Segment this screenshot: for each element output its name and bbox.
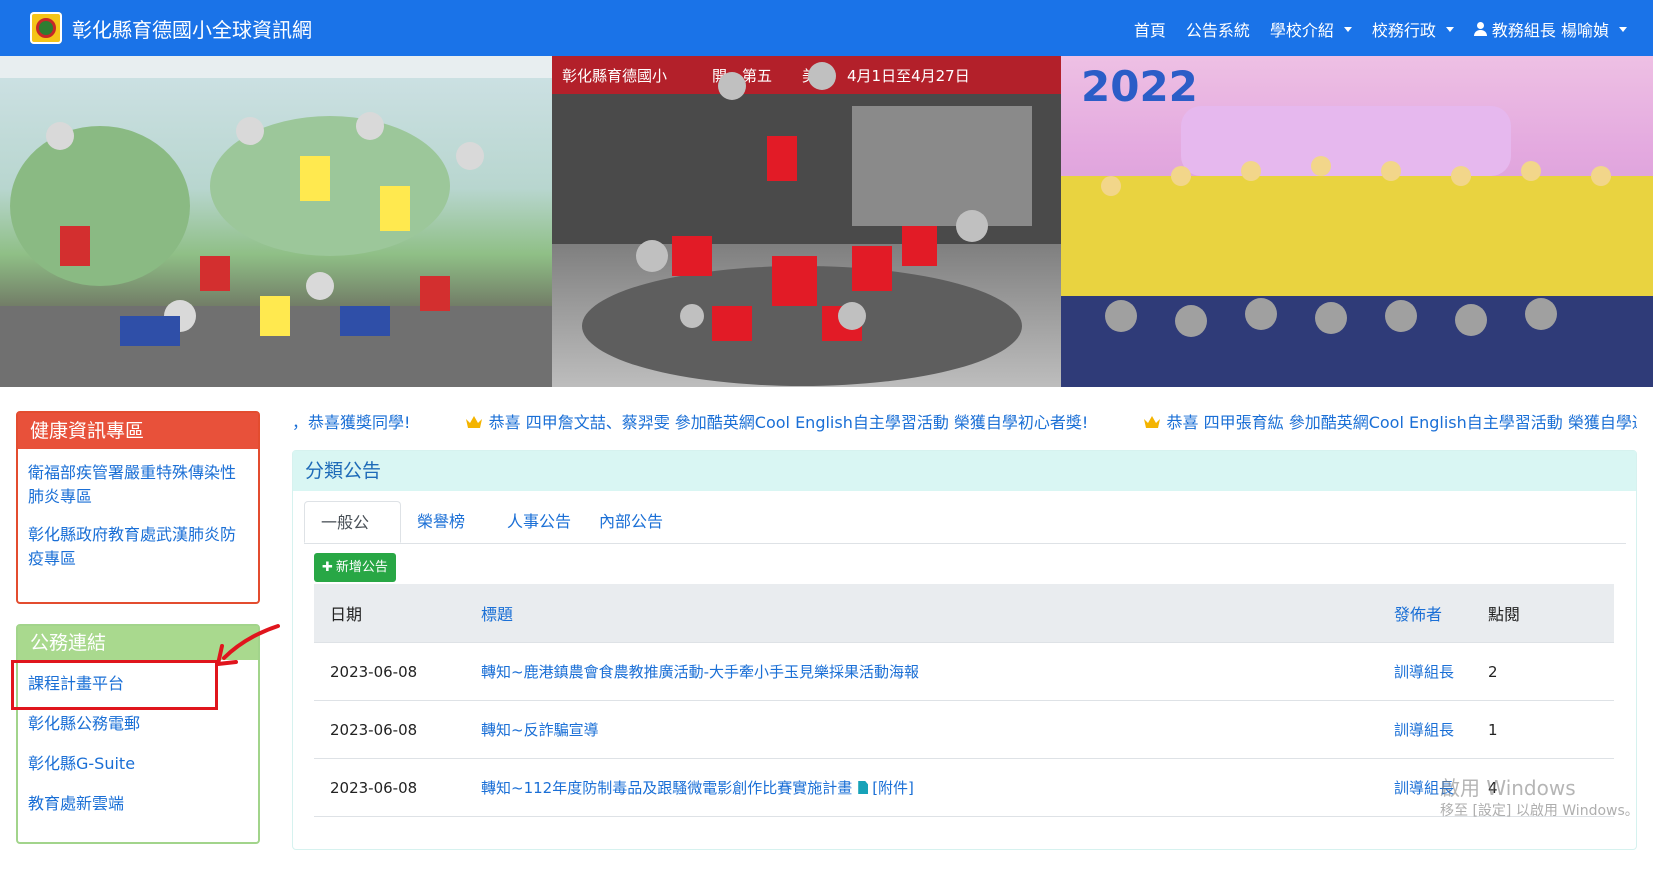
awards-marquee[interactable]: ，恭喜獲獎同學! 恭喜 四甲詹文喆、蔡羿雯 參加酷英網Cool English自… bbox=[292, 410, 1637, 436]
nav-school-intro[interactable]: 學校介紹 bbox=[1270, 17, 1352, 41]
row-title-link[interactable]: 轉知~鹿港鎮農會食農教推廣活動-大手牽小手玉見樂採果活動海報 bbox=[481, 643, 919, 700]
crown-icon bbox=[1143, 415, 1161, 429]
user-icon bbox=[1473, 22, 1487, 36]
row-publisher-link[interactable]: 訓導組長 bbox=[1394, 701, 1454, 758]
windows-activation-subtext: 移至 [設定] 以啟用 Windows。 bbox=[1440, 803, 1639, 819]
health-link-cdc[interactable]: 衛福部疾管署嚴重特殊傳染性肺炎專區 bbox=[28, 461, 246, 509]
file-icon bbox=[858, 781, 869, 794]
link-edu-cloud[interactable]: 教育處新雲端 bbox=[28, 792, 246, 816]
chevron-down-icon bbox=[1619, 26, 1627, 32]
add-announcement-button[interactable]: ✚ 新增公告 bbox=[314, 553, 396, 582]
nav-announcements-label: 公告系統 bbox=[1185, 21, 1250, 40]
col-hits[interactable]: 點閱 bbox=[1488, 584, 1520, 642]
band-stage-illustration: 2022 bbox=[1061, 62, 1653, 387]
col-date[interactable]: 日期 bbox=[330, 584, 362, 642]
row-date: 2023-06-08 bbox=[330, 662, 418, 681]
health-info-card: 健康資訊專區 衛福部疾管署嚴重特殊傳染性肺炎專區 彰化縣政府教育處武漢肺炎防疫專… bbox=[16, 411, 260, 604]
nav-home[interactable]: 首頁 bbox=[1134, 17, 1166, 41]
row-hits: 2 bbox=[1488, 662, 1498, 681]
row-title-link[interactable]: 轉知~反詐騙宣導 bbox=[481, 701, 599, 758]
link-county-gsuite[interactable]: 彰化縣G-Suite bbox=[28, 752, 246, 776]
link-county-email[interactable]: 彰化縣公務電郵 bbox=[28, 712, 246, 736]
row-publisher-link[interactable]: 訓導組長 bbox=[1394, 643, 1454, 700]
top-navbar: 彰化縣育德國小全球資訊網 首頁 公告系統 學校介紹 校務行政 教務組長 楊喻媜 bbox=[0, 0, 1653, 56]
tab-general[interactable]: 一般公告 bbox=[304, 501, 401, 574]
row-date: 2023-06-08 bbox=[330, 720, 418, 739]
nav-admin-label: 校務行政 bbox=[1371, 21, 1436, 40]
health-link-county[interactable]: 彰化縣政府教育處武漢肺炎防疫專區 bbox=[28, 523, 246, 571]
tab-personnel[interactable]: 人事公告 bbox=[491, 501, 587, 543]
nav-school-intro-label: 學校介紹 bbox=[1269, 21, 1334, 40]
table-row: 2023-06-08 轉知~反詐騙宣導 訓導組長 1 bbox=[314, 700, 1614, 758]
carousel-slide-band-stage: 2022 bbox=[1061, 56, 1653, 387]
windows-activation-watermark: 啟用 Windows bbox=[1440, 776, 1576, 800]
announcements-table: 日期 標題 發佈者 點閱 2023-06-08 轉知~鹿港鎮農會食農教推廣活動-… bbox=[314, 584, 1614, 874]
nav-announcements[interactable]: 公告系統 bbox=[1186, 17, 1250, 41]
nav-home-label: 首頁 bbox=[1133, 21, 1166, 40]
col-publisher[interactable]: 發佈者 bbox=[1394, 584, 1442, 642]
tab-internal[interactable]: 內部公告 bbox=[583, 501, 679, 543]
nav-admin[interactable]: 校務行政 bbox=[1372, 17, 1454, 41]
row-title-cell: 轉知~112年度防制毒品及跟騷微電影創作比賽實施計畫 [附件] bbox=[481, 759, 914, 816]
year-text: 2022 bbox=[1081, 62, 1198, 111]
row-title-link[interactable]: 轉知~112年度防制毒品及跟騷微電影創作比賽實施計畫 bbox=[481, 777, 852, 798]
plus-icon: ✚ bbox=[322, 560, 333, 575]
attachment-link[interactable]: [附件] bbox=[872, 777, 914, 798]
carousel-slide-cheerleading-stage bbox=[0, 56, 552, 387]
cheer-photo-illustration bbox=[0, 56, 552, 387]
brand[interactable]: 彰化縣育德國小全球資訊網 bbox=[30, 12, 312, 44]
health-info-header: 健康資訊專區 bbox=[18, 413, 258, 449]
chevron-down-icon bbox=[1445, 26, 1454, 32]
tab-honor-roll[interactable]: 榮譽榜 bbox=[401, 501, 481, 543]
table-row-partial bbox=[314, 816, 1614, 874]
col-title[interactable]: 標題 bbox=[481, 584, 513, 642]
annotation-arrow-icon bbox=[216, 624, 280, 666]
row-date: 2023-06-08 bbox=[330, 778, 418, 797]
announcement-tabs: 一般公告 榮譽榜 人事公告 內部公告 bbox=[304, 501, 1626, 574]
annotation-highlight-box bbox=[11, 660, 218, 710]
cheer-team-illustration: 彰化縣育德國小 開 第五 美展 4月1日至4月27日 bbox=[552, 56, 1061, 386]
main-nav: 首頁 公告系統 學校介紹 校務行政 教務組長 楊喻媜 bbox=[1134, 17, 1627, 41]
marquee-item[interactable]: 恭喜 四甲詹文喆、蔡羿雯 參加酷英網Cool English自主學習活動 榮獲自… bbox=[489, 413, 1089, 432]
carousel-slide-cheer-team-hall: 彰化縣育德國小 開 第五 美展 4月1日至4月27日 bbox=[552, 56, 1061, 387]
table-header: 日期 標題 發佈者 點閱 bbox=[314, 584, 1614, 642]
site-title[interactable]: 彰化縣育德國小全球資訊網 bbox=[72, 14, 312, 43]
user-name: 教務組長 楊喻媜 bbox=[1491, 21, 1609, 40]
add-announcement-label: 新增公告 bbox=[335, 560, 388, 575]
announcements-panel: 分類公告 一般公告 榮譽榜 人事公告 內部公告 ✚新增公告 日期 標題 發佈者 … bbox=[292, 450, 1637, 850]
table-row: 2023-06-08 轉知~112年度防制毒品及跟騷微電影創作比賽實施計畫 [附… bbox=[314, 758, 1614, 816]
announcements-header: 分類公告 bbox=[293, 451, 1636, 491]
table-row: 2023-06-08 轉知~鹿港鎮農會食農教推廣活動-大手牽小手玉見樂採果活動海… bbox=[314, 642, 1614, 700]
marquee-item[interactable]: 恭喜 四甲張育紘 參加酷英網Cool English自主學習活動 榮獲自學達人獎 bbox=[1167, 413, 1637, 432]
chevron-down-icon bbox=[1343, 26, 1352, 32]
banner-text: 彰化縣育德國小 開 第五 美展 4月1日至4月27日 bbox=[562, 67, 970, 85]
crown-icon bbox=[465, 415, 483, 429]
photo-carousel[interactable]: 彰化縣育德國小 開 第五 美展 4月1日至4月27日 2022 bbox=[0, 56, 1653, 387]
marquee-item[interactable]: ，恭喜獲獎同學! bbox=[292, 413, 410, 432]
row-hits: 1 bbox=[1488, 720, 1498, 739]
school-logo-icon bbox=[30, 12, 62, 44]
nav-user-menu[interactable]: 教務組長 楊喻媜 bbox=[1473, 17, 1627, 41]
